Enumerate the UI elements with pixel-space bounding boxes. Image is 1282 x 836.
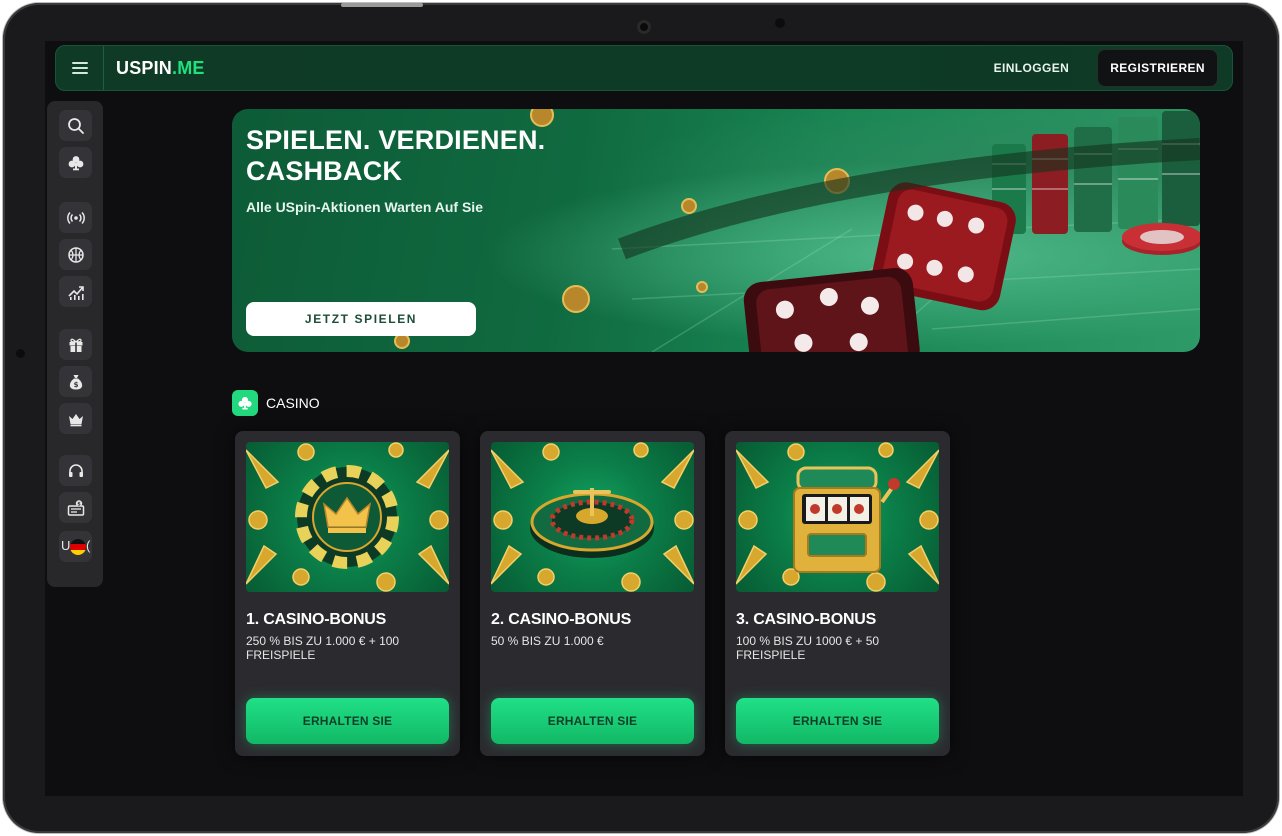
hero-banner[interactable]: SPIELEN. VERDIENEN. CASHBACK Alle USpin-… (232, 109, 1200, 352)
side-sensor (16, 349, 25, 358)
login-button[interactable]: EINLOGGEN (980, 51, 1084, 85)
slot-machine-image (736, 442, 939, 592)
sidebar-item-sports[interactable] (59, 239, 92, 270)
language-selector[interactable]: U ( (59, 531, 92, 562)
bonus-cards: 1. CASINO-BONUS 250 % BIS ZU 1.000 € + 1… (235, 431, 950, 756)
site-logo[interactable]: USPIN.ME (116, 58, 205, 79)
play-now-button[interactable]: JETZT SPIELEN (246, 302, 476, 336)
trending-chart-icon (67, 285, 84, 300)
bonus-card-image (246, 442, 449, 592)
sidebar-item-support[interactable] (59, 455, 92, 486)
germany-flag-icon (70, 539, 86, 555)
live-broadcast-icon (66, 211, 85, 224)
auth-actions: EINLOGGEN REGISTRIEREN (980, 49, 1218, 87)
svg-text:$: $ (77, 501, 81, 507)
camera (637, 20, 651, 34)
bonus-card-title: 2. CASINO-BONUS (491, 611, 632, 628)
gift-icon (69, 338, 82, 352)
poker-chip-crown-image (246, 442, 449, 592)
bonus-card-image (736, 442, 939, 592)
screen: USPIN.ME EINLOGGEN REGISTRIEREN $ $ U (… (45, 41, 1243, 796)
section-title: CASINO (266, 395, 320, 411)
logo-text-main: USPIN (116, 57, 173, 78)
basketball-icon (67, 246, 84, 263)
logo-text-domain: .ME (172, 57, 205, 78)
get-bonus-button[interactable]: ERHALTEN SIE (736, 698, 939, 744)
sidebar-item-live[interactable] (59, 202, 92, 233)
sidebar-item-cashback[interactable]: $ (59, 366, 92, 397)
sidebar: $ $ U ( (47, 101, 103, 587)
bonus-card-image (491, 442, 694, 592)
hero-title: SPIELEN. VERDIENEN. CASHBACK (246, 125, 546, 186)
sensor (775, 18, 785, 28)
language-code-prefix: U (61, 538, 71, 553)
get-bonus-button[interactable]: ERHALTEN SIE (246, 698, 449, 744)
roulette-wheel-image (491, 442, 694, 592)
bonus-card-description: 250 % BIS ZU 1.000 € + 100 FREISPIELE (246, 634, 400, 662)
bonus-card-description: 50 % BIS ZU 1.000 € (491, 634, 604, 648)
cashier-icon: $ (67, 499, 84, 516)
club-icon (232, 390, 258, 416)
tablet-frame: USPIN.ME EINLOGGEN REGISTRIEREN $ $ U (… (3, 3, 1279, 833)
get-bonus-button[interactable]: ERHALTEN SIE (491, 698, 694, 744)
bonus-card-description: 100 % BIS ZU 1000 € + 50 FREISPIELE (736, 634, 880, 662)
hamburger-icon (71, 62, 88, 74)
bonus-card-title: 1. CASINO-BONUS (246, 611, 387, 628)
sidebar-item-promotions[interactable] (59, 329, 92, 360)
search-icon (67, 117, 84, 134)
crown-icon (68, 413, 83, 426)
menu-button[interactable] (56, 46, 104, 90)
bonus-card: 2. CASINO-BONUS 50 % BIS ZU 1.000 € ERHA… (480, 431, 705, 756)
hero-subtitle: Alle USpin-Aktionen Warten Auf Sie (246, 199, 483, 215)
sidebar-item-vip[interactable] (59, 403, 92, 434)
sidebar-item-cashier[interactable]: $ (59, 492, 92, 523)
bonus-card: 3. CASINO-BONUS 100 % BIS ZU 1000 € + 50… (725, 431, 950, 756)
svg-text:$: $ (73, 381, 78, 389)
bonus-card-title: 3. CASINO-BONUS (736, 611, 877, 628)
language-code-suffix: ( (86, 538, 91, 553)
sidebar-item-trading[interactable] (59, 276, 92, 307)
headset-icon (68, 463, 83, 477)
top-navigation-bar: USPIN.ME EINLOGGEN REGISTRIEREN (55, 45, 1233, 91)
casino-section-header: CASINO (232, 390, 320, 416)
money-bag-icon: $ (69, 374, 82, 389)
power-button (341, 3, 423, 7)
register-button[interactable]: REGISTRIEREN (1097, 49, 1218, 87)
club-icon (68, 155, 83, 170)
sidebar-item-casino[interactable] (59, 147, 92, 178)
bonus-card: 1. CASINO-BONUS 250 % BIS ZU 1.000 € + 1… (235, 431, 460, 756)
sidebar-item-search[interactable] (59, 110, 92, 141)
